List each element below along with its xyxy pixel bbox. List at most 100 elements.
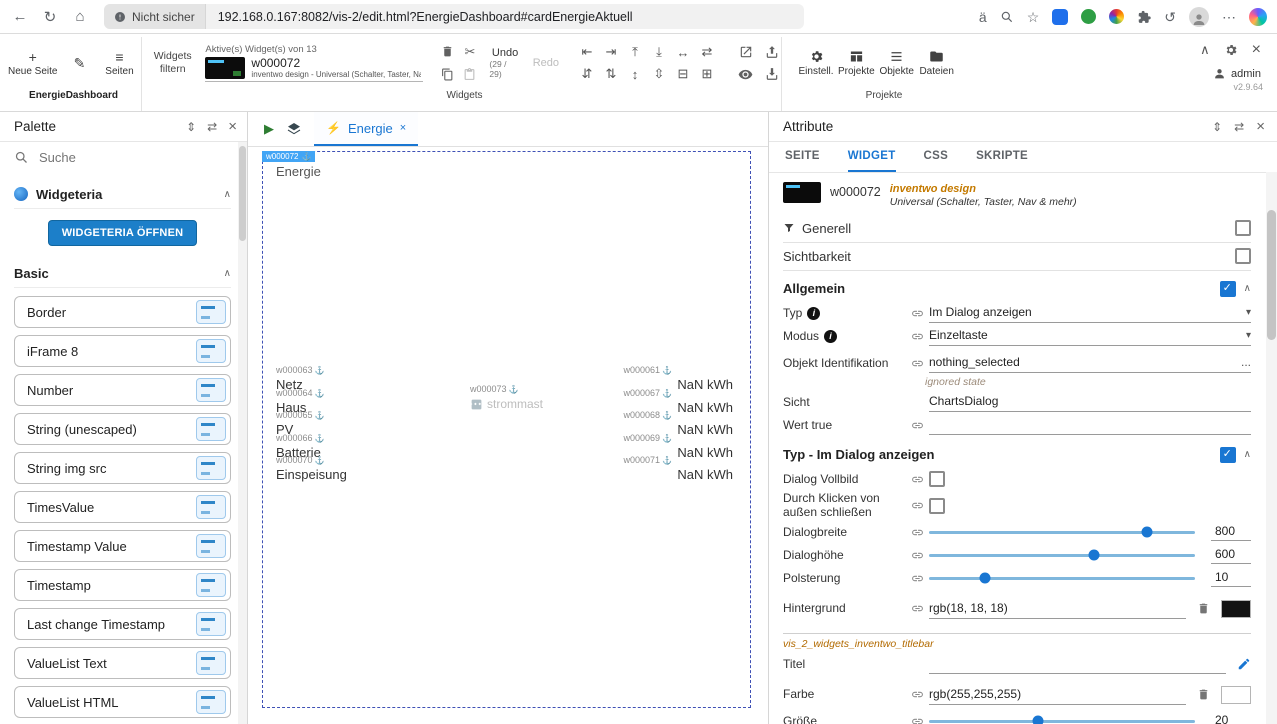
new-page-button[interactable]: + Neue Seite bbox=[6, 40, 59, 86]
back-icon[interactable]: ← bbox=[10, 8, 30, 25]
widgeteria-open-button[interactable]: WIDGETERIA ÖFFNEN bbox=[48, 220, 198, 246]
polsterung-slider[interactable] bbox=[929, 577, 1195, 580]
info-icon[interactable]: i bbox=[807, 307, 820, 320]
allgemein-checkbox[interactable] bbox=[1220, 281, 1236, 297]
copilot-icon[interactable] bbox=[1249, 8, 1267, 26]
distribute-h-icon[interactable]: ⇄ bbox=[695, 41, 719, 63]
tab-seite[interactable]: SEITE bbox=[785, 142, 820, 172]
settings-button[interactable]: Einstell. bbox=[796, 40, 836, 86]
tab-energie[interactable]: ⚡ Energie × bbox=[314, 112, 418, 146]
align-right-icon[interactable]: ⇥ bbox=[599, 41, 623, 63]
dialogbreite-slider[interactable] bbox=[929, 531, 1195, 534]
link-icon[interactable] bbox=[909, 715, 925, 724]
dialoghoehe-value[interactable]: 600 bbox=[1211, 546, 1251, 564]
widget-id-w000064[interactable]: w000064⚓ bbox=[276, 388, 325, 398]
translate-icon[interactable]: ä bbox=[979, 10, 987, 24]
slider-thumb[interactable] bbox=[1033, 716, 1044, 724]
export-icon[interactable] bbox=[765, 45, 779, 59]
link-icon[interactable] bbox=[909, 473, 925, 486]
palette-search[interactable] bbox=[0, 142, 247, 172]
align-left-icon[interactable]: ⇤ bbox=[575, 41, 599, 63]
section-allgemein[interactable]: Allgemein ∧ bbox=[783, 276, 1251, 302]
extension-green-icon[interactable] bbox=[1081, 9, 1096, 24]
palette-item-timestamp[interactable]: Timestamp bbox=[14, 569, 231, 601]
sicht-select[interactable]: ChartsDialog bbox=[929, 392, 1251, 412]
distribute-v-icon[interactable]: ⇵ bbox=[575, 63, 599, 85]
palette-scrollbar[interactable] bbox=[238, 142, 247, 724]
slider-thumb[interactable] bbox=[979, 573, 990, 584]
same-width-icon[interactable]: ⊟ bbox=[671, 63, 695, 85]
widget-value-haus[interactable]: NaN kWh bbox=[677, 400, 733, 415]
link-icon[interactable] bbox=[909, 307, 925, 320]
link-icon[interactable] bbox=[909, 572, 925, 585]
redo-button[interactable]: Redo bbox=[533, 57, 559, 69]
undo-button[interactable]: Undo (29 / 29) bbox=[489, 47, 520, 79]
favorite-star-icon[interactable]: ☆ bbox=[1027, 10, 1040, 24]
attributes-scrollbar[interactable] bbox=[1266, 172, 1277, 724]
section-sichtbarkeit[interactable]: Sichtbarkeit bbox=[783, 243, 1251, 271]
site-security-badge[interactable]: Nicht sicher bbox=[104, 4, 206, 29]
projects-button[interactable]: Projekte bbox=[836, 40, 877, 86]
stretch-v-icon[interactable]: ⇳ bbox=[647, 63, 671, 85]
info-icon[interactable]: i bbox=[824, 330, 837, 343]
close-editor-icon[interactable]: × bbox=[1252, 41, 1261, 59]
palette-item-valuelist-text[interactable]: ValueList Text bbox=[14, 647, 231, 679]
selected-widget-chip[interactable]: w000072 ⚓ bbox=[262, 151, 315, 162]
align-h-center-icon[interactable]: ↔ bbox=[671, 41, 695, 63]
link-icon[interactable] bbox=[909, 602, 925, 615]
preview-eye-icon[interactable] bbox=[738, 67, 753, 82]
unfold-panels-icon[interactable]: ⇕ bbox=[1212, 120, 1222, 134]
dialogbreite-value[interactable]: 800 bbox=[1211, 523, 1251, 541]
widget-id-w000073[interactable]: w000073⚓ bbox=[470, 384, 519, 394]
sichtbarkeit-checkbox[interactable] bbox=[1235, 248, 1251, 264]
import-icon[interactable] bbox=[765, 67, 779, 81]
palette-item-number[interactable]: Number bbox=[14, 374, 231, 406]
clear-color-icon[interactable] bbox=[1197, 602, 1210, 615]
search-icon[interactable] bbox=[1000, 10, 1014, 24]
groesse-slider[interactable] bbox=[929, 720, 1195, 723]
widget-einspeisung[interactable]: Einspeisung bbox=[276, 467, 347, 482]
tab-widget[interactable]: WIDGET bbox=[848, 142, 896, 172]
tab-skripte[interactable]: SKRIPTE bbox=[976, 142, 1028, 172]
dialog-vollbild-checkbox[interactable] bbox=[929, 471, 945, 487]
group-titlebar[interactable]: vis_2_widgets_inventwo_titlebar bbox=[783, 633, 1251, 653]
toolbar-settings-icon[interactable] bbox=[1224, 43, 1238, 57]
widget-selector[interactable]: Aktive(s) Widget(s) von 13 w000072 inven… bbox=[205, 44, 423, 82]
section-typ-dialog[interactable]: Typ - Im Dialog anzeigen ∧ bbox=[783, 442, 1251, 468]
clear-color-icon[interactable] bbox=[1197, 688, 1210, 701]
refresh-icon[interactable]: ↻ bbox=[40, 8, 60, 26]
object-id-field[interactable]: nothing_selected... bbox=[929, 353, 1251, 373]
generell-checkbox[interactable] bbox=[1235, 220, 1251, 236]
files-button[interactable]: Dateien bbox=[917, 40, 957, 86]
dock-panel-icon[interactable]: ⇄ bbox=[1234, 120, 1244, 134]
widget-value-einspeisung[interactable]: NaN kWh bbox=[677, 467, 733, 482]
link-icon[interactable] bbox=[909, 419, 925, 432]
palette-item-last-change-timestamp[interactable]: Last change Timestamp bbox=[14, 608, 231, 640]
run-view-icon[interactable]: ▶ bbox=[264, 121, 274, 137]
open-in-new-icon[interactable] bbox=[739, 45, 753, 59]
widget-strommast-image[interactable]: strommast bbox=[470, 397, 543, 411]
group-basic[interactable]: Basic ∧ bbox=[14, 259, 231, 288]
section-generell[interactable]: Generell bbox=[783, 215, 1251, 243]
farbe-swatch[interactable] bbox=[1221, 686, 1251, 704]
modus-select[interactable]: Einzeltaste▾ bbox=[929, 326, 1251, 346]
profile-avatar[interactable] bbox=[1189, 7, 1209, 27]
link-icon[interactable] bbox=[909, 688, 925, 701]
groesse-value[interactable]: 20 bbox=[1211, 712, 1251, 724]
group-widgets-icon[interactable]: ⊞ bbox=[695, 63, 719, 85]
typ-dialog-checkbox[interactable] bbox=[1220, 447, 1236, 463]
tab-css[interactable]: CSS bbox=[924, 142, 949, 172]
align-v-center-icon[interactable]: ⇅ bbox=[599, 63, 623, 85]
cut-icon[interactable]: ✂ bbox=[464, 44, 475, 60]
slider-thumb[interactable] bbox=[1088, 550, 1099, 561]
widget-id-w000063[interactable]: w000063⚓ bbox=[276, 365, 325, 375]
align-top-icon[interactable]: ⤒ bbox=[623, 41, 647, 63]
outside-close-checkbox[interactable] bbox=[929, 498, 945, 514]
link-icon[interactable] bbox=[909, 549, 925, 562]
widget-value-netz[interactable]: NaN kWh bbox=[677, 377, 733, 392]
filter-widgets-button[interactable]: Widgets filtern bbox=[148, 50, 197, 75]
close-attributes-icon[interactable]: × bbox=[1256, 118, 1265, 135]
link-icon[interactable] bbox=[909, 499, 925, 512]
unfold-panels-icon[interactable]: ⇕ bbox=[186, 120, 196, 134]
link-icon[interactable] bbox=[909, 526, 925, 539]
